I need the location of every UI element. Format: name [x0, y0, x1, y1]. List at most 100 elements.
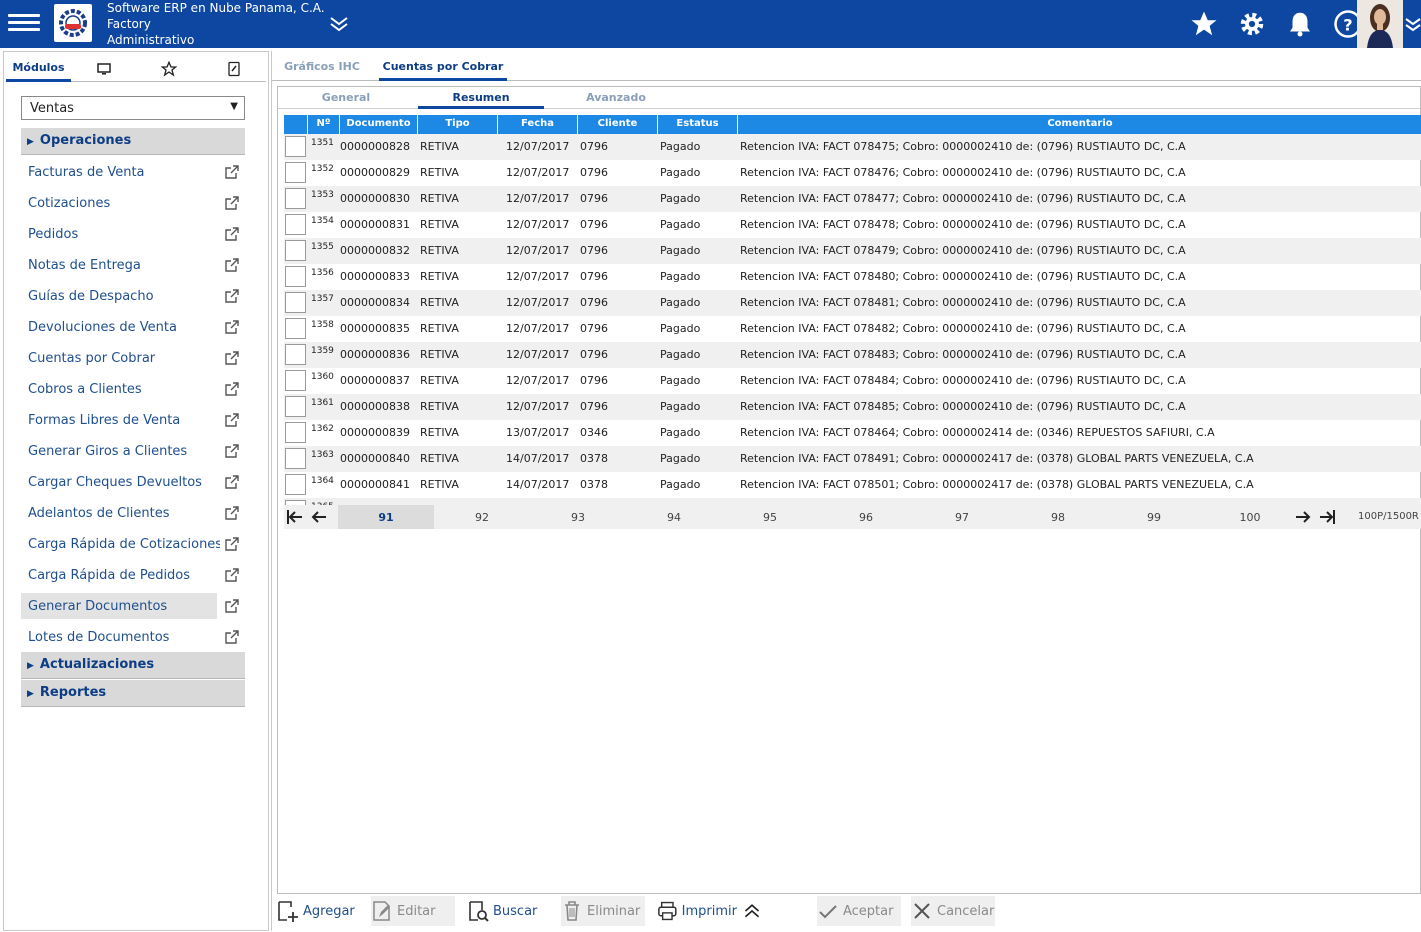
row-checkbox[interactable] [285, 344, 306, 365]
row-checkbox[interactable] [285, 474, 306, 495]
sidebar-item[interactable]: Carga Rápida de Pedidos [21, 562, 245, 588]
tab-cuentas-por-cobrar[interactable]: Cuentas por Cobrar [379, 55, 507, 81]
page-link[interactable]: 92 [434, 505, 530, 529]
header-tipo[interactable]: Tipo [418, 115, 498, 134]
row-checkbox[interactable] [285, 240, 306, 261]
gear-icon[interactable] [1235, 8, 1269, 40]
table-row[interactable]: 1356 0000000833 RETIVA 12/07/2017 0796 Pagado… [284, 264, 1421, 290]
star-icon[interactable] [1187, 8, 1221, 40]
external-link-icon[interactable] [225, 444, 239, 458]
external-link-icon[interactable] [225, 320, 239, 334]
row-checkbox[interactable] [285, 188, 306, 209]
external-link-icon[interactable] [225, 599, 239, 613]
favorites-star-icon[interactable] [136, 56, 201, 82]
tools-icon[interactable] [201, 56, 266, 82]
header-estatus[interactable]: Estatus [658, 115, 738, 134]
collapse-up-icon[interactable] [743, 896, 765, 926]
page-link[interactable]: 95 [722, 505, 818, 529]
row-checkbox[interactable] [285, 162, 306, 183]
last-page-icon[interactable] [1318, 508, 1336, 526]
table-row[interactable]: 1359 0000000836 RETIVA 12/07/2017 0796 Pagado… [284, 342, 1421, 368]
sidebar-item[interactable]: Generar Giros a Clientes [21, 438, 245, 464]
table-row[interactable]: 1360 0000000837 RETIVA 12/07/2017 0796 Pagado… [284, 368, 1421, 394]
page-link[interactable]: 93 [530, 505, 626, 529]
section-reportes[interactable]: ▶ Reportes [21, 680, 245, 707]
external-link-icon[interactable] [225, 258, 239, 272]
company-chevron-down-icon[interactable] [328, 13, 350, 35]
sidebar-item[interactable]: Carga Rápida de Cotizaciones [21, 531, 245, 557]
page-link[interactable]: 99 [1106, 505, 1202, 529]
sidebar-item[interactable]: Generar Documentos [21, 593, 217, 619]
external-link-icon[interactable] [225, 382, 239, 396]
header-comentario[interactable]: Comentario [738, 115, 1421, 134]
table-row[interactable]: 1364 0000000841 RETIVA 14/07/2017 0378 Pagado… [284, 472, 1421, 498]
sidebar-item[interactable]: Pedidos [21, 221, 245, 247]
header-numero[interactable]: Nº [308, 115, 340, 134]
table-row[interactable]: 1355 0000000832 RETIVA 12/07/2017 0796 Pagado… [284, 238, 1421, 264]
tab-graficos-ihc[interactable]: Gráficos IHC [278, 55, 366, 81]
page-link[interactable]: 97 [914, 505, 1010, 529]
header-cliente[interactable]: Cliente [578, 115, 658, 134]
table-row[interactable]: 1363 0000000840 RETIVA 14/07/2017 0378 Pagado… [284, 446, 1421, 472]
subtab-avanzado[interactable]: Avanzado [558, 87, 674, 109]
sidebar-item[interactable]: Devoluciones de Venta [21, 314, 245, 340]
external-link-icon[interactable] [225, 568, 239, 582]
tab-modulos[interactable]: Módulos [6, 56, 71, 82]
user-avatar[interactable] [1357, 0, 1403, 48]
header-documento[interactable]: Documento [340, 115, 418, 134]
table-row[interactable]: 1353 0000000830 RETIVA 12/07/2017 0796 Pagado… [284, 186, 1421, 212]
sidebar-item[interactable]: Notas de Entrega [21, 252, 245, 278]
sidebar-item[interactable]: Facturas de Venta [21, 159, 245, 185]
next-page-icon[interactable] [1294, 508, 1312, 526]
sidebar-item[interactable]: Adelantos de Clientes [21, 500, 245, 526]
module-select[interactable]: Ventas ▼ [21, 96, 245, 120]
user-chevron-down-icon[interactable] [1405, 14, 1421, 34]
page-link[interactable]: 96 [818, 505, 914, 529]
page-link[interactable]: 98 [1010, 505, 1106, 529]
row-checkbox[interactable] [285, 448, 306, 469]
row-checkbox[interactable] [285, 396, 306, 417]
table-row[interactable]: 1357 0000000834 RETIVA 12/07/2017 0796 Pagado… [284, 290, 1421, 316]
row-checkbox[interactable] [285, 422, 306, 443]
external-link-icon[interactable] [225, 475, 239, 489]
sidebar-item[interactable]: Formas Libres de Venta [21, 407, 245, 433]
search-button[interactable]: Buscar [467, 896, 547, 926]
sidebar-item[interactable]: Cotizaciones [21, 190, 245, 216]
external-link-icon[interactable] [225, 165, 239, 179]
external-link-icon[interactable] [225, 413, 239, 427]
subtab-general[interactable]: General [288, 87, 404, 109]
table-row[interactable]: 1361 0000000838 RETIVA 12/07/2017 0796 Pagado… [284, 394, 1421, 420]
menu-icon[interactable] [8, 10, 40, 38]
sidebar-item[interactable]: Lotes de Documentos [21, 624, 245, 650]
bell-icon[interactable] [1283, 8, 1317, 40]
row-checkbox[interactable] [285, 318, 306, 339]
external-link-icon[interactable] [225, 289, 239, 303]
first-page-icon[interactable] [286, 508, 304, 526]
sidebar-item[interactable]: Cuentas por Cobrar [21, 345, 245, 371]
cancel-button[interactable]: Cancelar [911, 896, 995, 926]
monitor-icon[interactable] [71, 56, 136, 82]
external-link-icon[interactable] [225, 630, 239, 644]
prev-page-icon[interactable] [310, 508, 328, 526]
section-actualizaciones[interactable]: ▶ Actualizaciones [21, 652, 245, 679]
row-checkbox[interactable] [285, 266, 306, 287]
section-operaciones[interactable]: ▶ Operaciones [21, 128, 245, 155]
edit-button[interactable]: Editar [371, 896, 455, 926]
add-button[interactable]: Agregar [277, 896, 357, 926]
print-button[interactable]: Imprimir [657, 896, 737, 926]
sidebar-item[interactable]: Cobros a Clientes [21, 376, 245, 402]
row-checkbox[interactable] [285, 214, 306, 235]
table-row[interactable]: 1362 0000000839 RETIVA 13/07/2017 0346 Pagado… [284, 420, 1421, 446]
delete-button[interactable]: Eliminar [561, 896, 645, 926]
external-link-icon[interactable] [225, 506, 239, 520]
external-link-icon[interactable] [225, 196, 239, 210]
subtab-resumen[interactable]: Resumen [418, 87, 544, 109]
row-checkbox[interactable] [285, 292, 306, 313]
page-link[interactable]: 100 [1202, 505, 1298, 529]
row-checkbox[interactable] [285, 370, 306, 391]
page-link[interactable]: 94 [626, 505, 722, 529]
table-row[interactable]: 1354 0000000831 RETIVA 12/07/2017 0796 Pagado… [284, 212, 1421, 238]
sidebar-item[interactable]: Cargar Cheques Devueltos [21, 469, 245, 495]
row-checkbox[interactable] [285, 136, 306, 157]
external-link-icon[interactable] [225, 351, 239, 365]
